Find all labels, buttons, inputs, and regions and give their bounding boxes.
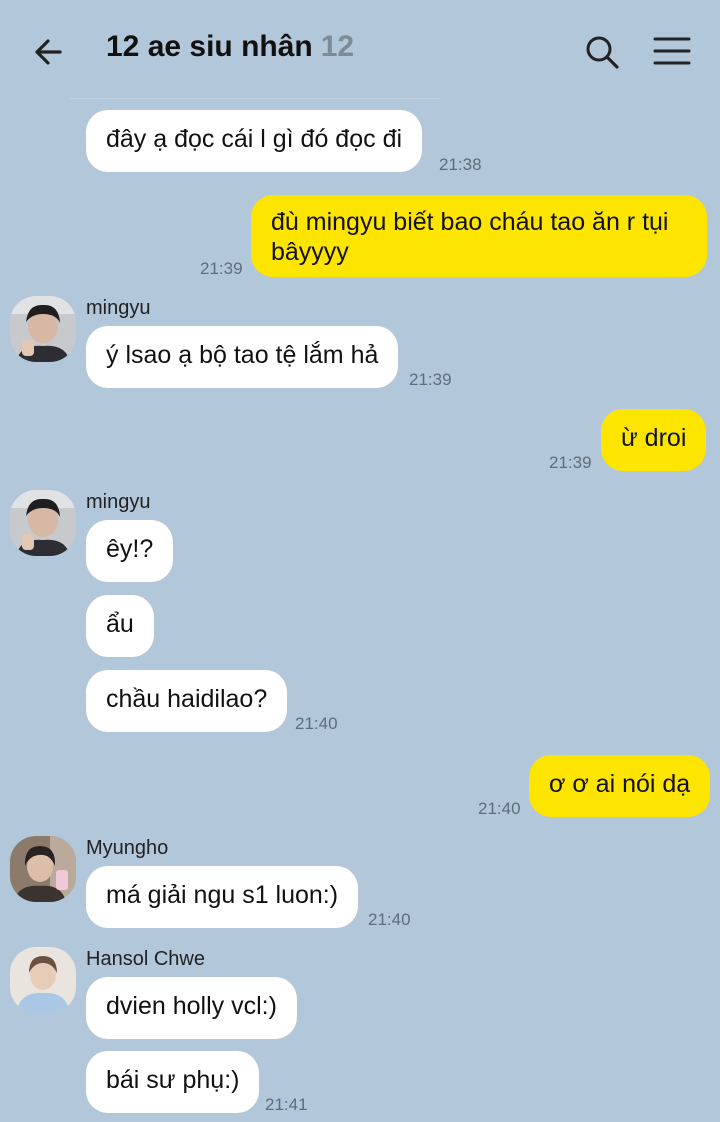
chat-title: 12 ae siu nhân 12 <box>106 30 354 64</box>
sender-name: Hansol Chwe <box>86 948 205 970</box>
back-arrow-icon[interactable] <box>30 32 70 72</box>
message-text: bái sư phụ:) <box>106 1066 240 1094</box>
sender-name: Myungho <box>86 837 169 859</box>
message-bubble[interactable]: dvien holly vcl:) <box>86 977 297 1039</box>
chat-title-text: 12 ae siu nhân <box>106 30 313 63</box>
message-time: 21:41 <box>265 1095 308 1114</box>
message-text: đây ạ đọc cái l gì đó đọc đi <box>106 125 403 153</box>
message-bubble[interactable]: đù mingyu biết bao cháu tao ăn r tụi bây… <box>251 195 707 277</box>
message-bubble[interactable]: ẩu <box>86 595 154 657</box>
message-time: 21:39 <box>409 370 452 389</box>
message-bubble[interactable]: đây ạ đọc cái l gì đó đọc đi <box>86 110 423 172</box>
sender-name: mingyu <box>86 491 151 513</box>
message-time: 21:38 <box>439 155 482 174</box>
message-time: 21:40 <box>295 714 338 733</box>
message-text: chầu haidilao? <box>106 685 268 713</box>
message-bubble[interactable]: ừ droi <box>601 409 707 471</box>
message-text: ừ droi <box>621 424 687 452</box>
message-text: má giải ngu s1 luon:) <box>106 881 339 909</box>
message-time: 21:40 <box>478 799 521 818</box>
message-bubble[interactable]: chầu haidilao? <box>86 670 288 732</box>
search-icon[interactable] <box>582 32 622 72</box>
avatar[interactable] <box>10 836 76 902</box>
message-text: ẩu <box>106 610 134 638</box>
avatar[interactable] <box>10 296 76 362</box>
message-text: dvien holly vcl:) <box>106 992 277 1020</box>
hamburger-menu-icon[interactable] <box>652 34 692 68</box>
message-bubble[interactable]: ơ ơ ai nói dạ <box>529 755 711 817</box>
message-bubble[interactable]: êy!? <box>86 520 174 582</box>
message-bubble[interactable]: má giải ngu s1 luon:) <box>86 866 359 928</box>
avatar[interactable] <box>10 947 76 1013</box>
message-bubble[interactable]: ý lsao ạ bộ tao tệ lắm hả <box>86 326 399 388</box>
message-bubble[interactable]: bái sư phụ:) <box>86 1051 260 1113</box>
message-text: êy!? <box>106 535 154 563</box>
message-text: ơ ơ ai nói dạ <box>549 770 691 798</box>
sender-name: mingyu <box>86 297 151 319</box>
message-text-line: đù mingyu biết bao cháu tao ăn r tụi <box>271 208 669 236</box>
message-text-line: bâyyyy <box>271 238 349 266</box>
member-count: 12 <box>320 30 355 63</box>
avatar[interactable] <box>10 490 76 556</box>
message-time: 21:39 <box>549 453 592 472</box>
message-text: ý lsao ạ bộ tao tệ lắm hả <box>106 341 379 369</box>
message-time: 21:39 <box>200 259 243 278</box>
chat-header: 12 ae siu nhân 12 <box>0 0 720 100</box>
header-divider <box>70 98 440 99</box>
message-time: 21:40 <box>368 910 411 929</box>
